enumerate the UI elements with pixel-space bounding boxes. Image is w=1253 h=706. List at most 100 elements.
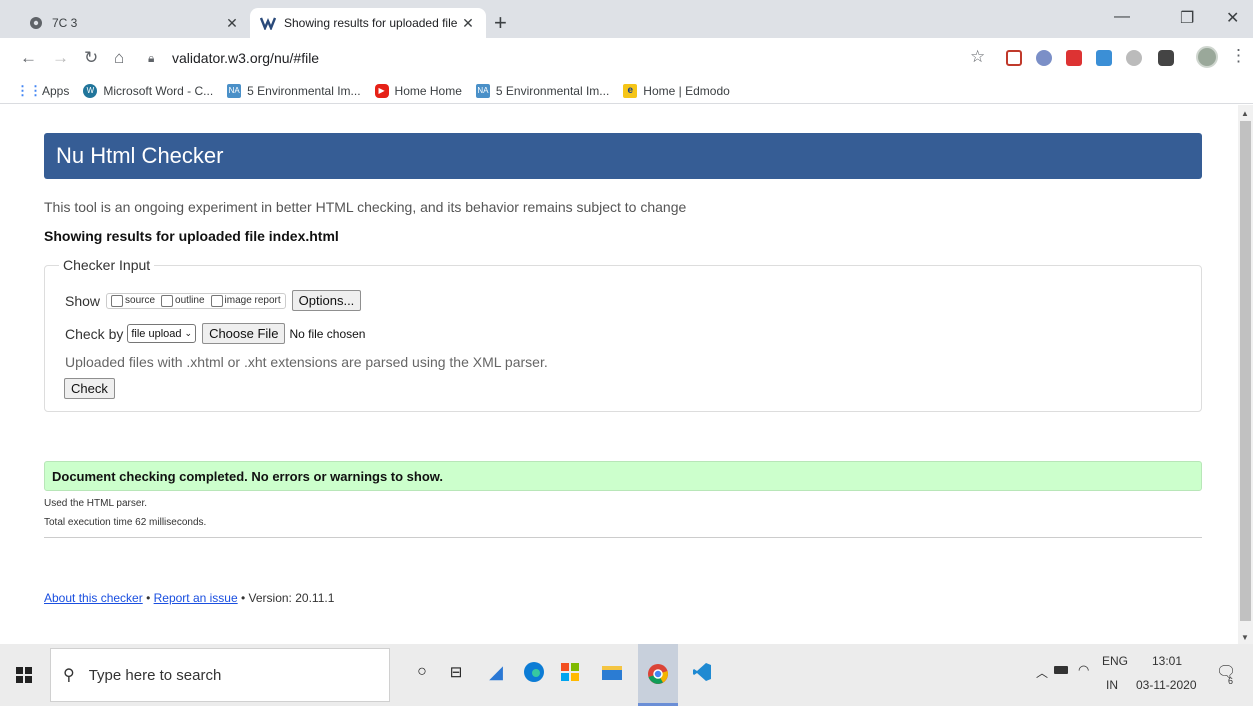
address-bar[interactable]: 🔒︎ validator.w3.org/nu/#file (148, 44, 958, 72)
check-by-select[interactable]: file upload ⌄ (127, 324, 197, 343)
scroll-down-arrow-icon[interactable]: ▼ (1241, 633, 1249, 642)
intro-text: This tool is an ongoing experiment in be… (44, 199, 687, 215)
office-app-icon[interactable] (558, 660, 582, 684)
new-tab-button[interactable]: + (494, 12, 507, 34)
close-tab-icon[interactable]: ✕ (224, 15, 240, 32)
battery-icon[interactable] (1054, 666, 1068, 674)
bookmark-label: 5 Environmental Im... (495, 83, 610, 98)
report-issue-link[interactable]: Report an issue (154, 591, 238, 605)
version-text: • Version: 20.11.1 (241, 591, 335, 605)
tab-7c3[interactable]: 7C 3 ✕ (18, 8, 250, 38)
minimize-icon[interactable]: — (1114, 8, 1130, 26)
checker-input-fieldset: Checker Input Show source outline image … (44, 257, 1202, 412)
bookmarks-bar: ⋮⋮ Apps W Microsoft Word - C... NA 5 Env… (0, 78, 1253, 104)
windows-taskbar: ⚲ Type here to search ○ ⊟ ◢ ︿ ◠ ENG IN 1… (0, 644, 1253, 706)
image-report-checkbox[interactable] (210, 294, 223, 307)
check-by-value: file upload (131, 327, 182, 340)
clock-time[interactable]: 13:01 (1152, 654, 1182, 668)
w3c-validator-icon (260, 15, 276, 31)
browser-toolbar: ← → ↻ ⌂ 🔒︎ validator.w3.org/nu/#file ☆ ⋮ (0, 38, 1253, 78)
task-view-icon[interactable]: ⊟ (444, 660, 468, 684)
cortana-icon[interactable]: ○ (410, 660, 434, 684)
store-app-icon[interactable]: ◢ (484, 660, 508, 684)
success-message: Document checking completed. No errors o… (44, 461, 1202, 491)
forward-arrow-icon[interactable]: → (52, 48, 69, 68)
page-content: Nu Html Checker This tool is an ongoing … (0, 105, 1238, 644)
show-label: Show (65, 292, 101, 309)
language-bottom[interactable]: IN (1106, 678, 1118, 692)
na-icon: NA (227, 83, 242, 98)
browser-tab-strip: 7C 3 ✕ Showing results for uploaded file… (0, 0, 1253, 38)
extensions-puzzle-icon[interactable] (1158, 50, 1174, 66)
scroll-up-arrow-icon[interactable]: ▲ (1241, 109, 1249, 118)
back-arrow-icon[interactable]: ← (20, 48, 37, 68)
youtube-icon: ▶ (374, 83, 389, 98)
bookmark-label: Home | Edmodo (643, 83, 730, 98)
close-tab-icon[interactable]: ✕ (460, 15, 476, 32)
divider (44, 537, 1202, 538)
vscode-icon[interactable] (690, 660, 714, 684)
bookmark-home-youtube[interactable]: ▶ Home Home (374, 83, 462, 98)
wordpress-icon: W (83, 83, 98, 98)
tab-title: Showing results for uploaded file (284, 16, 458, 30)
tab-title: 7C 3 (52, 16, 78, 30)
show-options-group: source outline image report (106, 292, 286, 309)
bookmark-apps[interactable]: ⋮⋮ Apps (16, 82, 69, 98)
execution-time: Total execution time 62 milliseconds. (44, 517, 207, 528)
extension-blue-icon[interactable] (1096, 50, 1112, 66)
home-icon[interactable]: ⌂ (114, 48, 124, 68)
bookmark-label: 5 Environmental Im... (247, 83, 361, 98)
bookmark-label: Microsoft Word - C... (103, 83, 214, 98)
about-checker-link[interactable]: About this checker (44, 591, 143, 605)
taskbar-search-box[interactable]: ⚲ Type here to search (50, 648, 390, 702)
show-row: Show source outline image report Options… (65, 290, 362, 311)
bookmark-edmodo[interactable]: e Home | Edmodo (623, 83, 730, 98)
scroll-thumb[interactable] (1240, 121, 1251, 621)
page-title: Nu Html Checker (56, 143, 224, 168)
footer: About this checker • Report an issue • V… (44, 591, 334, 605)
na-icon: NA (475, 83, 490, 98)
extension-globe-icon[interactable] (1126, 50, 1142, 66)
lock-icon: 🔒︎ (148, 50, 155, 65)
notification-count: 6 (1228, 676, 1234, 686)
close-window-icon[interactable]: ✕ (1226, 8, 1239, 28)
parser-note: Used the HTML parser. (44, 498, 148, 509)
show-hidden-icons-chevron-icon[interactable]: ︿ (1036, 664, 1048, 681)
menu-kebab-icon[interactable]: ⋮ (1230, 46, 1247, 66)
tab-validator[interactable]: Showing results for uploaded file ✕ (250, 8, 486, 38)
extension-pocket-icon[interactable] (1006, 50, 1022, 66)
page-scrollbar[interactable]: ▲ ▼ (1238, 105, 1253, 644)
profile-avatar[interactable] (1196, 46, 1218, 68)
xml-parser-note: Uploaded files with .xhtml or .xht exten… (65, 354, 548, 370)
bookmark-environmental-2[interactable]: NA 5 Environmental Im... (475, 83, 610, 98)
options-button[interactable]: Options... (291, 290, 362, 311)
choose-file-button[interactable]: Choose File (202, 323, 286, 344)
check-button[interactable]: Check (64, 378, 115, 399)
bookmark-environmental-1[interactable]: NA 5 Environmental Im... (227, 83, 361, 98)
reload-icon[interactable]: ↻ (84, 48, 98, 68)
chrome-taskbar-icon[interactable] (638, 644, 678, 706)
no-file-text: No file chosen (289, 326, 366, 341)
restore-icon[interactable]: ❐ (1180, 8, 1194, 28)
search-icon: ⚲ (63, 667, 75, 684)
footer-separator: • (146, 591, 151, 605)
bookmark-microsoft-word[interactable]: W Microsoft Word - C... (83, 83, 214, 98)
outline-label: outline (175, 295, 205, 306)
file-explorer-icon[interactable] (600, 660, 624, 684)
chevron-down-icon: ⌄ (184, 328, 193, 338)
page-header: Nu Html Checker (44, 133, 1202, 179)
extension-red-icon[interactable] (1066, 50, 1082, 66)
language-top[interactable]: ENG (1102, 654, 1128, 668)
start-button[interactable] (0, 644, 48, 706)
source-checkbox[interactable] (111, 294, 124, 307)
bookmark-star-icon[interactable]: ☆ (970, 47, 985, 67)
edge-icon[interactable] (522, 660, 546, 684)
wifi-icon[interactable]: ◠ (1078, 662, 1089, 678)
notification-center-icon[interactable]: 🗨︎ (1216, 662, 1236, 682)
clock-date[interactable]: 03-11-2020 (1136, 678, 1197, 692)
check-by-label: Check by (65, 325, 124, 342)
outline-checkbox[interactable] (161, 294, 174, 307)
apps-grid-icon: ⋮⋮ (16, 82, 42, 98)
extension-owl-icon[interactable] (1036, 50, 1052, 66)
edmodo-icon: e (623, 83, 638, 98)
